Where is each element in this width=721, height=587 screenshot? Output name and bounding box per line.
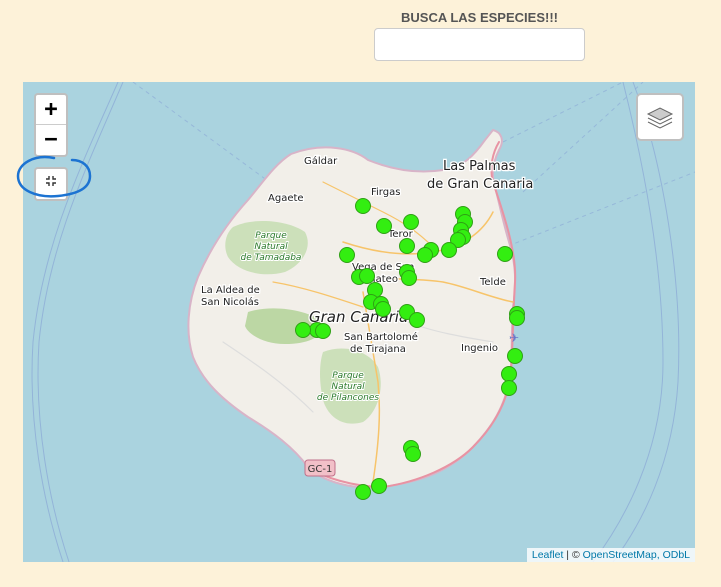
place-label-galdar: Gáldar	[304, 155, 338, 167]
osm-link[interactable]: OpenStreetMap, ODbL	[583, 549, 690, 561]
place-label-aldea-1: La Aldea de	[201, 285, 260, 296]
species-marker[interactable]	[403, 214, 419, 230]
species-marker[interactable]	[375, 301, 391, 317]
zoom-in-button[interactable]: +	[36, 95, 66, 125]
species-marker[interactable]	[355, 198, 371, 214]
place-label-firgas: Firgas	[371, 187, 400, 198]
place-label-las-palmas-2: de Gran Canaria	[427, 177, 533, 192]
zoom-out-button[interactable]: −	[36, 125, 66, 155]
species-marker[interactable]	[295, 322, 311, 338]
park-label-pilancones-2: Natural	[331, 382, 365, 392]
park-label-tamadaba-2: Natural	[254, 242, 288, 252]
park-label-pilancones-3: de Pilancones	[317, 393, 379, 403]
place-label-aldea-2: San Nicolás	[201, 296, 259, 308]
map-base: GC-1 Gáldar Agaete Firgas Teror Vega de …	[31, 82, 695, 562]
layers-icon	[646, 107, 674, 129]
place-label-teror: Teror	[387, 229, 414, 240]
species-marker[interactable]	[376, 218, 392, 234]
species-marker[interactable]	[315, 323, 331, 339]
species-marker[interactable]	[399, 238, 415, 254]
leaflet-link[interactable]: Leaflet	[532, 549, 564, 561]
map-attribution: Leaflet | © OpenStreetMap, ODbL	[526, 548, 695, 562]
species-marker[interactable]	[501, 380, 517, 396]
species-marker[interactable]	[401, 270, 417, 286]
map[interactable]: GC-1 Gáldar Agaete Firgas Teror Vega de …	[23, 82, 695, 562]
species-marker[interactable]	[339, 247, 355, 263]
species-marker[interactable]	[359, 268, 375, 284]
species-marker[interactable]	[509, 310, 525, 326]
place-label-san-bartolome-2: de Tirajana	[350, 344, 406, 355]
species-marker[interactable]	[501, 366, 517, 382]
park-label-tamadaba-1: Parque	[255, 231, 287, 241]
species-marker[interactable]	[371, 478, 387, 494]
layers-button[interactable]	[636, 93, 684, 141]
road-label: GC-1	[308, 464, 333, 475]
park-label-pilancones-1: Parque	[332, 371, 364, 381]
place-label-san-bartolome-1: San Bartolomé	[344, 331, 418, 343]
species-marker[interactable]	[441, 242, 457, 258]
species-marker[interactable]	[405, 446, 421, 462]
park-label-tamadaba-3: de Tamadaba	[241, 253, 302, 263]
search-title: BUSCA LAS ESPECIES!!!	[401, 10, 558, 25]
highlight-circle	[16, 155, 92, 198]
species-marker[interactable]	[497, 246, 513, 262]
species-marker[interactable]	[417, 247, 433, 263]
place-label-agaete: Agaete	[268, 193, 304, 204]
species-marker[interactable]	[409, 312, 425, 328]
place-label-ingenio: Ingenio	[461, 343, 498, 354]
place-label-las-palmas-1: Las Palmas	[443, 159, 516, 174]
species-marker[interactable]	[355, 484, 371, 500]
place-label-telde: Telde	[479, 277, 506, 288]
search-input[interactable]	[374, 28, 585, 61]
zoom-control: + −	[34, 93, 68, 157]
attribution-separator: | ©	[563, 549, 583, 561]
airport-icon: ✈	[509, 331, 519, 345]
species-marker[interactable]	[507, 348, 523, 364]
